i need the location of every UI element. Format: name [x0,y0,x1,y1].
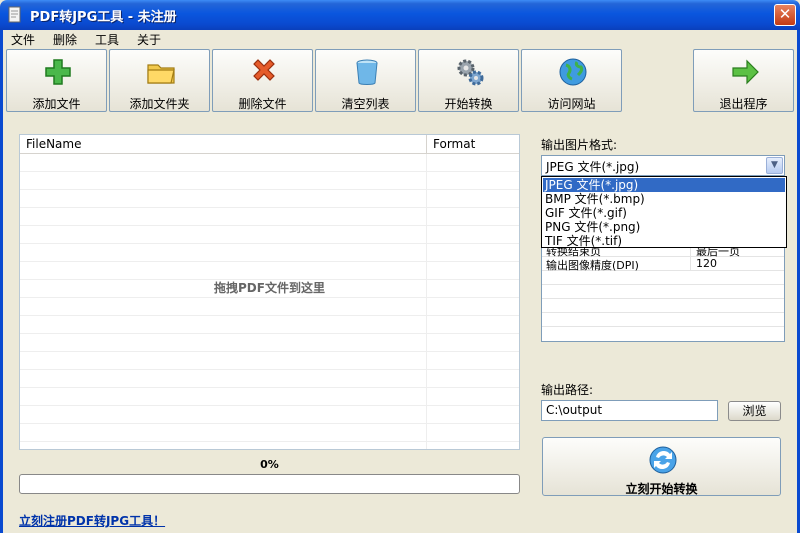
globe-icon [559,58,587,86]
format-option[interactable]: PNG 文件(*.png) [543,220,785,234]
gears-icon [457,59,484,86]
visit-website-button[interactable]: 访问网站 [521,49,622,112]
settings-row [542,271,784,285]
register-link[interactable]: 立刻注册PDF转JPG工具！ [19,512,165,529]
settings-row [542,299,784,313]
toolbar: 添加文件 添加文件夹 删除文件 清空列表 开始转换 访问网站 退出程序 [3,48,797,116]
progress-percent: 0% [260,458,279,471]
file-list[interactable]: FileName Format 拖拽PDF文件到这里 [19,134,520,450]
visit-website-label: 访问网站 [547,97,596,111]
start-conversion-label: 开始转换 [444,97,493,111]
exit-button[interactable]: 退出程序 [693,49,794,112]
arrow-right-icon [732,59,759,85]
convert-now-label: 立刻开始转换 [625,482,698,496]
column-filename[interactable]: FileName [26,137,81,151]
clear-list-label: 清空列表 [341,97,390,111]
menu-file[interactable]: 文件 [11,31,35,48]
convert-now-button[interactable]: 立刻开始转换 [542,437,781,496]
close-button[interactable]: ✕ [774,4,796,26]
app-icon [8,6,21,23]
menu-delete[interactable]: 删除 [53,31,77,48]
file-list-header: FileName Format [20,135,519,154]
column-divider[interactable] [426,135,427,154]
grid-divider [426,154,427,449]
settings-row[interactable]: 输出图像精度(DPI) 120 [542,257,784,272]
format-dropdown-list[interactable]: JPEG 文件(*.jpg) BMP 文件(*.bmp) GIF 文件(*.gi… [541,176,787,248]
output-format-label: 输出图片格式: [541,138,618,152]
output-path-input[interactable]: C:\output [541,400,718,421]
settings-row [542,313,784,327]
menu-about[interactable]: 关于 [137,31,161,48]
delete-file-label: 删除文件 [238,97,287,111]
delete-icon [253,59,275,81]
setting-value: 120 [696,257,717,270]
window-title: PDF转JPG工具 - 未注册 [30,10,177,25]
browse-button[interactable]: 浏览 [728,401,781,421]
add-file-button[interactable]: 添加文件 [6,49,107,112]
settings-row [542,285,784,299]
add-file-label: 添加文件 [32,97,81,111]
convert-icon [649,446,677,474]
format-option[interactable]: GIF 文件(*.gif) [543,206,785,220]
clear-list-button[interactable]: 清空列表 [315,49,416,112]
drop-hint: 拖拽PDF文件到这里 [214,281,325,295]
menu-bar: 文件 删除 工具 关于 [3,30,797,48]
format-option[interactable]: TIF 文件(*.tif) [543,234,785,248]
menu-tools[interactable]: 工具 [95,31,119,48]
add-folder-label: 添加文件夹 [129,97,190,111]
output-format-select[interactable]: JPEG 文件(*.jpg) ▼ [541,155,785,176]
add-folder-button[interactable]: 添加文件夹 [109,49,210,112]
title-bar: PDF转JPG工具 - 未注册 ✕ [0,0,800,30]
start-conversion-button[interactable]: 开始转换 [418,49,519,112]
file-list-grid [20,154,519,449]
add-file-icon [45,59,71,85]
trash-icon [356,59,378,85]
output-path-label: 输出路径: [541,383,594,397]
format-option[interactable]: BMP 文件(*.bmp) [543,192,785,206]
column-format[interactable]: Format [433,137,475,151]
folder-icon [147,64,175,84]
setting-divider [690,257,691,271]
progress-bar [19,474,520,494]
chevron-down-icon[interactable]: ▼ [766,157,783,174]
delete-file-button[interactable]: 删除文件 [212,49,313,112]
exit-label: 退出程序 [719,97,768,111]
output-format-value: JPEG 文件(*.jpg) [546,160,640,174]
format-option[interactable]: JPEG 文件(*.jpg) [543,178,785,192]
